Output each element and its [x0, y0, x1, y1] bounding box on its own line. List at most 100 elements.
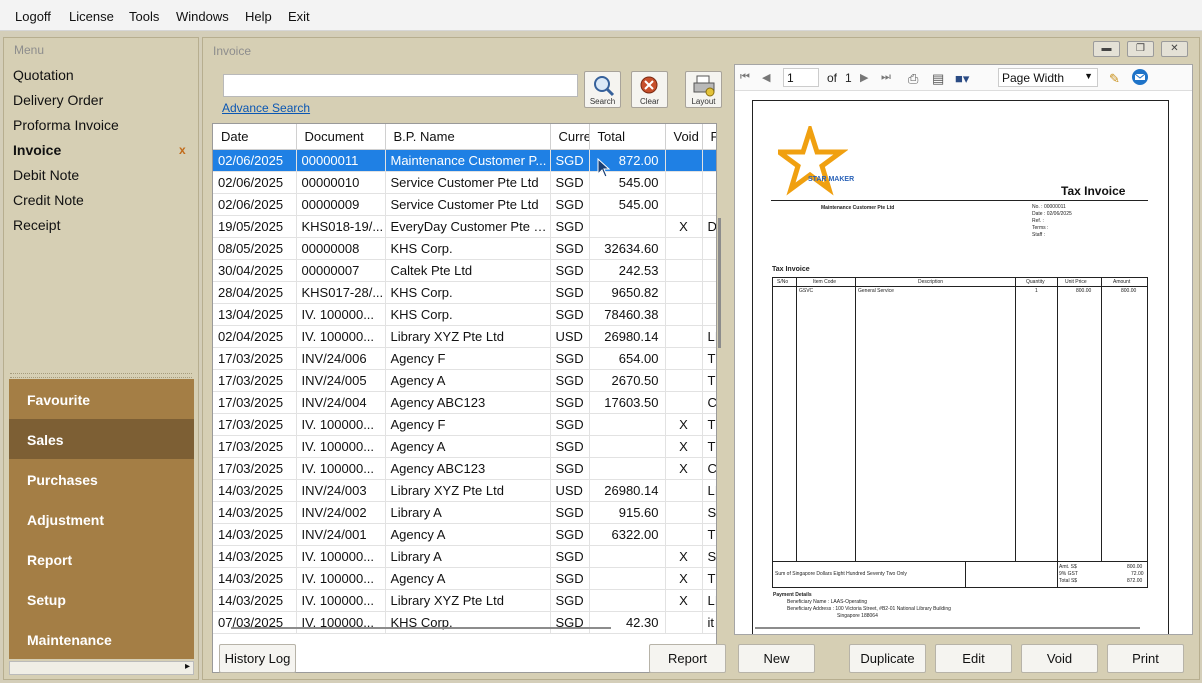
menu-license[interactable]: License — [69, 9, 114, 24]
menu-tools[interactable]: Tools — [129, 9, 159, 24]
table-cell: Library A — [385, 501, 551, 524]
table-row[interactable]: 17/03/2025 IV. 100000... Agency F SGD X T — [213, 413, 716, 436]
menu-windows[interactable]: Windows — [176, 9, 229, 24]
table-row[interactable]: 13/04/2025 IV. 100000... KHS Corp. SGD 78460… — [213, 303, 716, 326]
print-preview[interactable]: ⏮ ◀ 1 of 1 ▶ ⏭ ⎙ ▤ ■▾ Page Width ▼ ✎ STAR… — [734, 64, 1193, 635]
export-icon[interactable]: ■▾ — [955, 71, 969, 87]
restore-button[interactable]: ❐ — [1127, 41, 1154, 57]
nav-report[interactable]: Report — [9, 539, 194, 579]
table-row[interactable]: 07/03/2025 IV. 100000... KHS Corp. SGD 42.30… — [213, 611, 716, 634]
menu-item-invoice[interactable]: Invoice — [13, 142, 61, 158]
table-row[interactable]: 14/03/2025 IV. 100000... Agency A SGD X T — [213, 567, 716, 590]
grid-column-header[interactable]: Date — [213, 124, 297, 150]
preview-horizontal-scrollbar[interactable] — [755, 627, 1140, 629]
close-button[interactable]: ✕ — [1161, 41, 1188, 57]
print-icon[interactable]: ⎙ — [908, 71, 918, 87]
grid-vertical-scrollbar[interactable] — [718, 218, 721, 348]
report-button[interactable]: Report — [649, 644, 726, 673]
chevron-right-icon[interactable]: ▸ — [185, 661, 190, 672]
grid-horizontal-scrollbar[interactable] — [231, 627, 611, 629]
nav-sales[interactable]: Sales — [9, 419, 194, 459]
table-cell — [665, 347, 703, 370]
table-row[interactable]: 02/04/2025 IV. 100000... Library XYZ Pte L… — [213, 325, 716, 348]
grid-column-header[interactable]: Curre — [550, 124, 590, 150]
clear-button[interactable]: Clear — [631, 71, 668, 108]
table-row[interactable]: 28/04/2025 KHS017-28/... KHS Corp. SGD 9650.… — [213, 281, 716, 304]
nav-adjustment[interactable]: Adjustment — [9, 499, 194, 539]
menu-item-delivery-order[interactable]: Delivery Order — [13, 92, 103, 108]
search-input[interactable] — [223, 74, 578, 97]
table-row[interactable]: 17/03/2025 IV. 100000... Agency A SGD X T — [213, 435, 716, 458]
prev-page-icon[interactable]: ◀ — [762, 71, 770, 84]
search-button[interactable]: Search — [584, 71, 621, 108]
table-cell: IV. 100000... — [296, 303, 386, 326]
first-page-icon[interactable]: ⏮ — [740, 71, 750, 84]
table-row[interactable]: 17/03/2025 INV/24/006 Agency F SGD 654.00 T — [213, 347, 716, 370]
star-maker-logo-icon — [778, 126, 848, 196]
edit-report-icon[interactable]: ✎ — [1109, 71, 1120, 87]
advance-search-link[interactable]: Advance Search — [222, 101, 310, 115]
menu-item-proforma-invoice[interactable]: Proforma Invoice — [13, 117, 119, 133]
line-item-code: GSVC — [799, 288, 814, 294]
table-row[interactable]: 17/03/2025 INV/24/005 Agency A SGD 2670.50 T — [213, 369, 716, 392]
layout-button[interactable]: Layout — [685, 71, 722, 108]
grid-column-header[interactable]: B.P. Name — [385, 124, 551, 150]
table-row[interactable]: 14/03/2025 INV/24/003 Library XYZ Pte Ltd U… — [213, 479, 716, 502]
splitter[interactable] — [10, 373, 192, 378]
last-page-icon[interactable]: ⏭ — [881, 71, 891, 84]
table-row[interactable]: 17/03/2025 INV/24/004 Agency ABC123 SGD 1760… — [213, 391, 716, 414]
next-page-icon[interactable]: ▶ — [860, 71, 868, 84]
nav-maintenance[interactable]: Maintenance — [9, 619, 194, 659]
table-row[interactable]: 17/03/2025 IV. 100000... Agency ABC123 SGD X… — [213, 457, 716, 480]
menu-item-quotation[interactable]: Quotation — [13, 67, 74, 83]
page-number-input[interactable]: 1 — [783, 68, 819, 87]
nav-overflow-bar[interactable]: ▸ — [9, 661, 194, 675]
void-button[interactable]: Void — [1021, 644, 1098, 673]
menu-item-debit-note[interactable]: Debit Note — [13, 167, 79, 183]
email-icon[interactable] — [1131, 68, 1149, 89]
nav-purchases[interactable]: Purchases — [9, 459, 194, 499]
grid-column-header[interactable]: Total — [589, 124, 666, 150]
table-cell: Service Customer Pte Ltd — [385, 171, 551, 194]
zoom-select[interactable]: Page Width ▼ — [998, 68, 1098, 87]
table-cell: 30/04/2025 — [213, 259, 297, 282]
totals-bottom-rule — [772, 587, 1148, 588]
table-cell: 9650.82 — [589, 281, 666, 304]
table-row[interactable]: 14/03/2025 IV. 100000... Library A SGD X S — [213, 545, 716, 568]
print-button[interactable]: Print — [1107, 644, 1184, 673]
menu-logoff[interactable]: Logoff — [15, 9, 51, 24]
total-label-gst: 9% GST — [1059, 571, 1078, 577]
search-button-label: Search — [589, 97, 616, 106]
grid-column-header[interactable]: F — [702, 124, 716, 150]
grid-column-header[interactable]: Void — [665, 124, 703, 150]
invoice-grid[interactable]: DateDocumentB.P. NameCurreTotalVoidF 02/… — [212, 123, 717, 673]
menu-exit[interactable]: Exit — [288, 9, 310, 24]
new-button[interactable]: New — [738, 644, 815, 673]
table-row[interactable]: 19/05/2025 KHS018-19/... EveryDay Customer… — [213, 215, 716, 238]
table-row[interactable]: 02/06/2025 00000010 Service Customer Pte L… — [213, 171, 716, 194]
table-row[interactable]: 02/06/2025 00000011 Maintenance Customer P… — [213, 149, 716, 172]
menu-item-credit-note[interactable]: Credit Note — [13, 192, 84, 208]
menu-help[interactable]: Help — [245, 9, 272, 24]
nav-setup[interactable]: Setup — [9, 579, 194, 619]
table-row[interactable]: 14/03/2025 INV/24/002 Library A SGD 915.60 S — [213, 501, 716, 524]
minimize-button[interactable]: ▬ — [1093, 41, 1120, 57]
close-invoice-icon[interactable]: x — [179, 143, 186, 157]
table-cell: 14/03/2025 — [213, 523, 297, 546]
grid-column-header[interactable]: Document — [296, 124, 386, 150]
table-row[interactable]: 02/06/2025 00000009 Service Customer Pte L… — [213, 193, 716, 216]
duplicate-button[interactable]: Duplicate — [849, 644, 926, 673]
nav-favourite[interactable]: Favourite — [9, 379, 194, 419]
table-row[interactable]: 14/03/2025 INV/24/001 Agency A SGD 6322.00 T — [213, 523, 716, 546]
page-setup-icon[interactable]: ▤ — [932, 71, 944, 87]
table-cell: X — [665, 457, 703, 480]
table-cell: 2670.50 — [589, 369, 666, 392]
history-log-button[interactable]: History Log — [219, 644, 296, 673]
table-row[interactable]: 30/04/2025 00000007 Caltek Pte Ltd SGD 242.5… — [213, 259, 716, 282]
table-cell: 28/04/2025 — [213, 281, 297, 304]
table-row[interactable]: 08/05/2025 00000008 KHS Corp. SGD 32634.60 — [213, 237, 716, 260]
table-cell: X — [665, 567, 703, 590]
menu-item-receipt[interactable]: Receipt — [13, 217, 60, 233]
table-row[interactable]: 14/03/2025 IV. 100000... Library XYZ Pte L… — [213, 589, 716, 612]
edit-button[interactable]: Edit — [935, 644, 1012, 673]
